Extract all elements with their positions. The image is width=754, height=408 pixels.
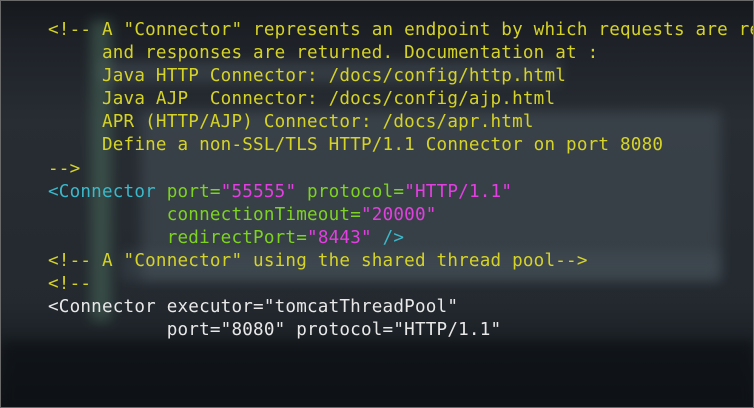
equals-sign: =	[209, 181, 221, 202]
port-attribute: port	[155, 181, 210, 202]
code-line-13: <Connector executor="tomcatThreadPool"	[48, 296, 753, 319]
comment-text: APR (HTTP/AJP) Connector: /docs/apr.html	[48, 112, 534, 133]
comment-text: <!-- A "Connector" represents an endpoin…	[48, 20, 754, 40]
connector-tag: <Connector	[48, 181, 156, 202]
code-line-12: <!--	[48, 273, 753, 296]
code-line-7: -->	[48, 158, 753, 181]
port-value: "55555"	[220, 181, 297, 202]
commented-connector: port="8080" protocol="HTTP/1.1"	[48, 320, 502, 341]
code-line-3: Java HTTP Connector: /docs/config/http.h…	[48, 65, 753, 88]
equals-sign: =	[296, 227, 308, 248]
connection-timeout-value: "20000"	[361, 204, 437, 225]
comment-text: Define a non-SSL/TLS HTTP/1.1 Connector …	[48, 135, 664, 156]
equals-sign: =	[393, 181, 405, 202]
code-line-11: <!-- A "Connector" using the shared thre…	[48, 250, 753, 273]
code-line-10: redirectPort="8443" />	[48, 227, 753, 250]
connection-timeout-attribute: connectionTimeout	[166, 204, 351, 225]
equals-sign: =	[350, 204, 361, 225]
comment-text: Java AJP Connector: /docs/config/ajp.htm…	[48, 89, 556, 110]
code-line-2: and responses are returned. Documentatio…	[48, 42, 753, 65]
code-line-8: <Connector port="55555" protocol="HTTP/1…	[48, 181, 753, 204]
redirect-port-attribute: redirectPort	[166, 227, 297, 248]
comment-close: -->	[48, 158, 81, 179]
code-block[interactable]: <!-- A "Connector" represents an endpoin…	[48, 19, 754, 342]
code-line-1: <!-- A "Connector" represents an endpoin…	[48, 19, 754, 42]
comment-text: Java HTTP Connector: /docs/config/http.h…	[48, 66, 567, 87]
commented-connector: <Connector executor="tomcatThreadPool"	[48, 297, 459, 318]
code-line-9: connectionTimeout="20000"	[48, 204, 753, 227]
code-line-5: APR (HTTP/AJP) Connector: /docs/apr.html	[48, 111, 753, 134]
tag-close: />	[371, 227, 405, 248]
code-line-6: Define a non-SSL/TLS HTTP/1.1 Connector …	[48, 134, 753, 157]
code-line-14: port="8080" protocol="HTTP/1.1"	[48, 319, 753, 342]
comment-open: <!--	[48, 274, 92, 295]
protocol-attribute: protocol	[296, 181, 394, 202]
redirect-port-value: "8443"	[307, 227, 372, 248]
code-line-4: Java AJP Connector: /docs/config/ajp.htm…	[48, 88, 753, 111]
code-editor-window: <!-- A "Connector" represents an endpoin…	[0, 0, 754, 408]
comment-text: <!-- A "Connector" using the shared thre…	[48, 250, 588, 271]
protocol-value: "HTTP/1.1"	[404, 181, 513, 202]
comment-text: and responses are returned. Documentatio…	[48, 43, 599, 64]
